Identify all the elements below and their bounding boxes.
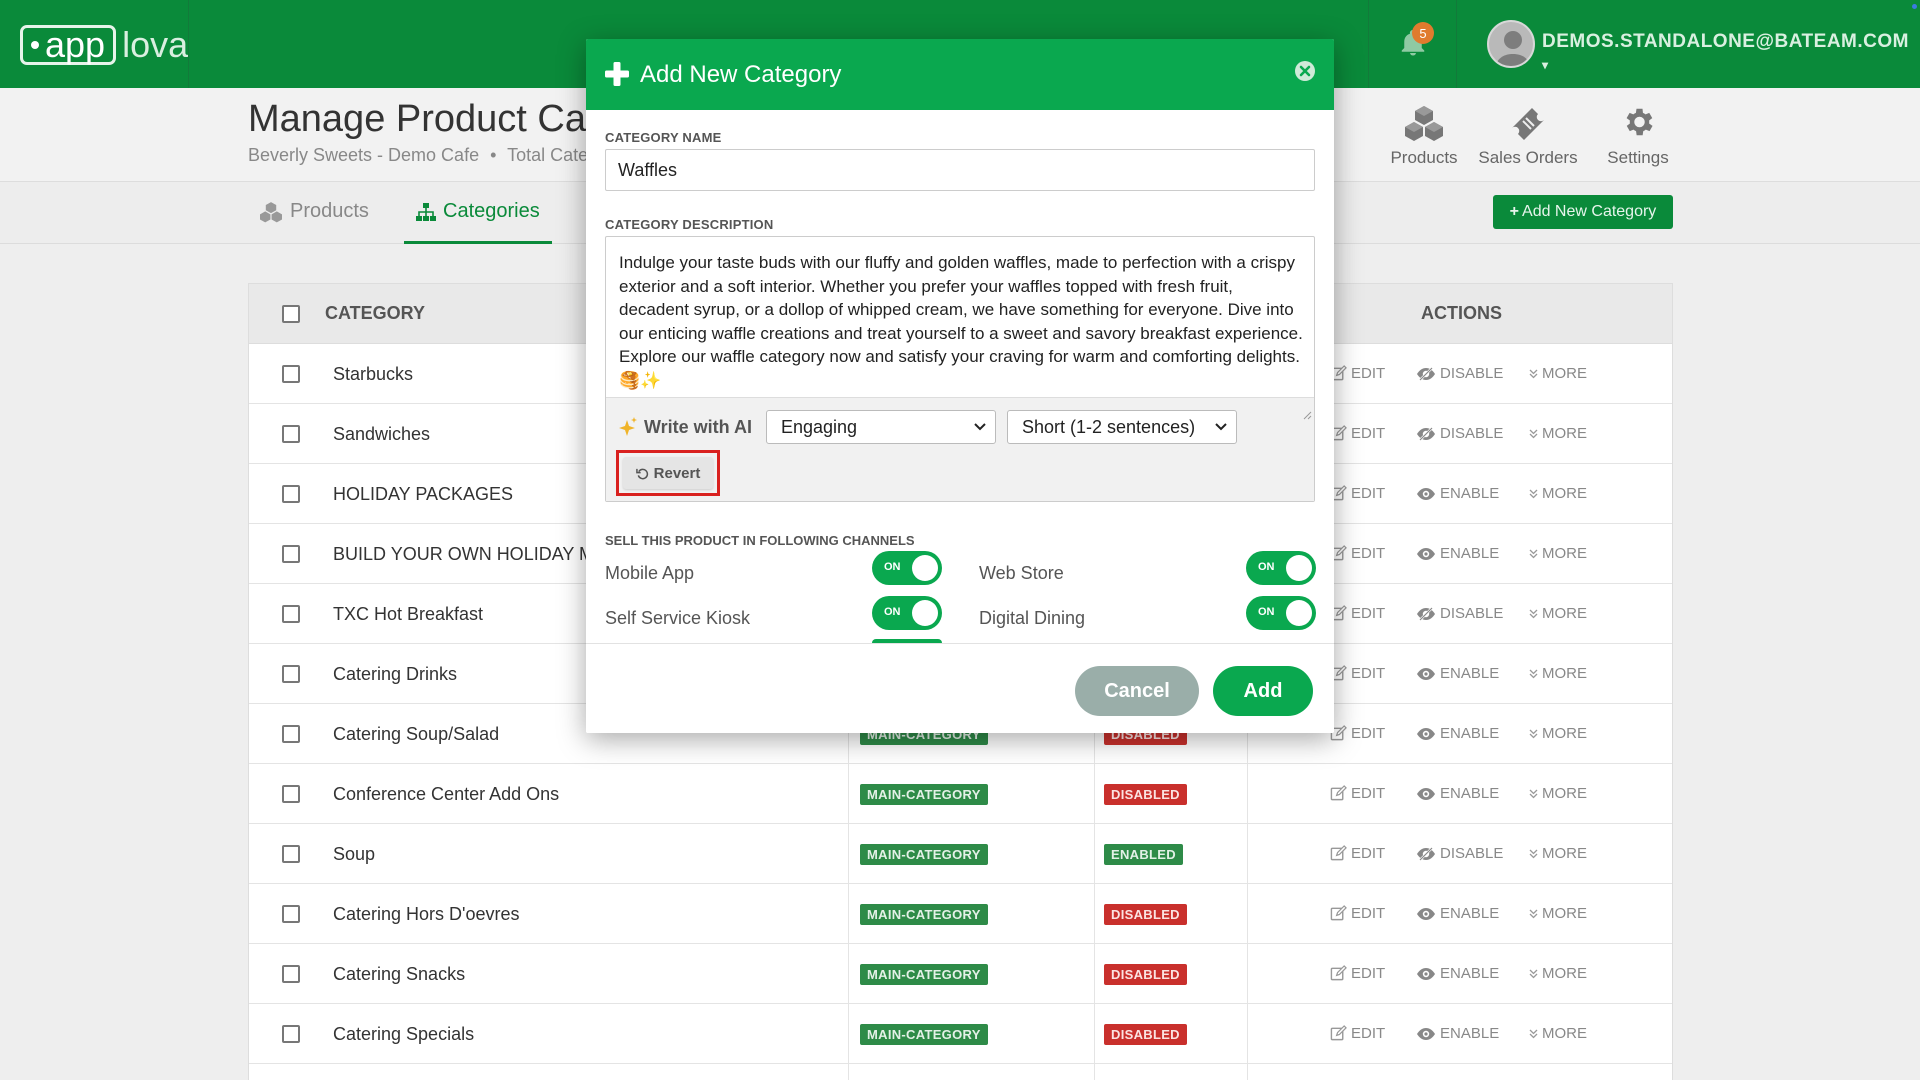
modal-title: Add New Category <box>640 61 842 88</box>
category-description-textarea[interactable]: Indulge your taste buds with our fluffy … <box>605 236 1315 502</box>
modal-footer: Cancel Add <box>586 643 1334 733</box>
chevron-down-icon <box>974 423 986 431</box>
channel-self-service-kiosk-label: Self Service Kiosk <box>605 608 751 628</box>
tone-select-value: Engaging <box>781 416 858 437</box>
add-button[interactable]: Add <box>1213 666 1313 716</box>
resize-handle-icon[interactable] <box>1302 410 1312 420</box>
revert-button[interactable]: Revert <box>623 457 713 489</box>
cancel-button[interactable]: Cancel <box>1075 666 1199 716</box>
channel-mobile-app-label: Mobile App <box>605 563 695 583</box>
revert-highlight: Revert <box>616 450 720 496</box>
revert-label: Revert <box>653 464 701 482</box>
length-select-value: Short (1-2 sentences) <box>1022 416 1196 437</box>
tone-select[interactable]: Engaging <box>766 410 996 444</box>
channel-digital-dining-toggle[interactable]: ON <box>1246 596 1316 630</box>
channel-web-store-toggle[interactable]: ON <box>1246 551 1316 585</box>
add-category-modal: Add New Category CATEGORY NAME CATEGORY … <box>586 39 1334 733</box>
category-name-input[interactable] <box>605 149 1315 191</box>
category-name-label: CATEGORY NAME <box>605 130 722 145</box>
category-description-text: Indulge your taste buds with our fluffy … <box>619 253 1303 390</box>
length-select[interactable]: Short (1-2 sentences) <box>1007 410 1237 444</box>
category-description-label: CATEGORY DESCRIPTION <box>605 217 774 232</box>
channel-digital-dining-label: Digital Dining <box>979 608 1086 628</box>
chevron-down-icon <box>1215 423 1227 431</box>
channel-mobile-app-toggle[interactable]: ON <box>872 551 942 585</box>
close-icon[interactable] <box>1293 59 1317 83</box>
plus-icon <box>605 62 629 86</box>
channel-web-store-label: Web Store <box>979 563 1064 583</box>
modal-header: Add New Category <box>586 39 1334 110</box>
ai-writer-toolbar: Write with AI Engaging Short (1-2 senten… <box>606 397 1314 501</box>
undo-icon <box>635 468 648 479</box>
write-with-ai-label: Write with AI <box>644 416 752 437</box>
write-with-ai: Write with AI <box>618 416 752 438</box>
channel-self-service-kiosk-toggle[interactable]: ON <box>872 596 942 630</box>
channels-label: SELL THIS PRODUCT IN FOLLOWING CHANNELS <box>605 533 915 548</box>
sparkles-icon <box>619 417 637 436</box>
